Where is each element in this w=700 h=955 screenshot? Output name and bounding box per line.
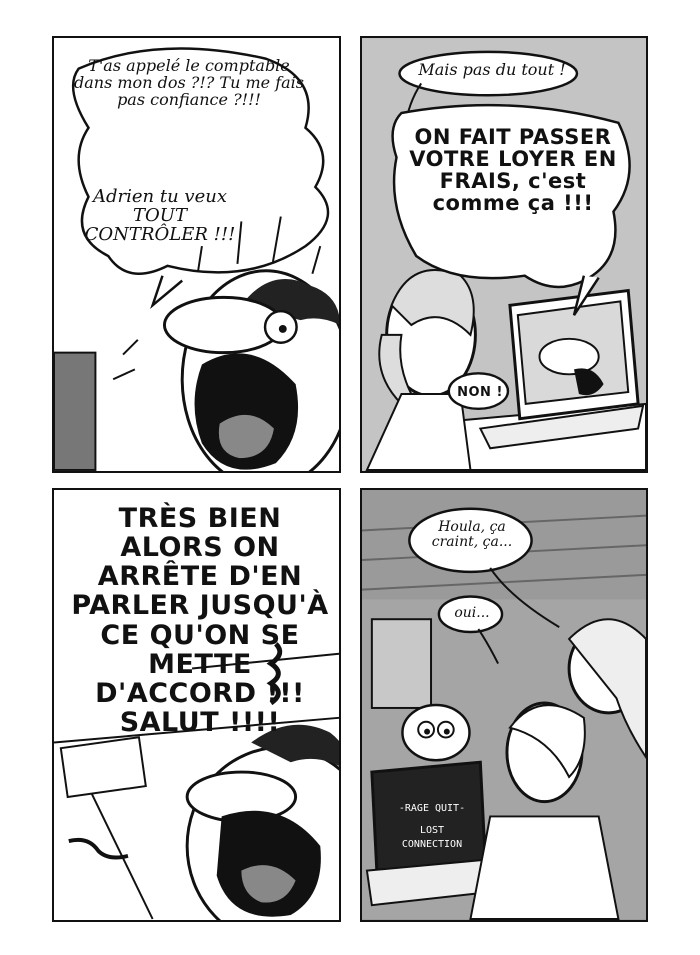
comic-panel-3: TRÈS BIEN ALORS ON ARRÊTE D'EN PARLER JU… bbox=[52, 488, 341, 922]
speech-bubble-houla: Houla, ça craint, ça... bbox=[431, 519, 513, 550]
laptop-screen-lost: LOST bbox=[419, 825, 445, 836]
speech-bubble-accusation: T'as appelé le comptable dans mon dos ?!… bbox=[74, 56, 304, 109]
speech-bubble-oui: oui... bbox=[454, 605, 490, 621]
speech-bubble-denial: Mais pas du tout ! bbox=[418, 60, 566, 79]
comic-panel-4: Houla, ça craint, ça... oui... -RAGE QUI… bbox=[360, 488, 648, 922]
speech-bubble-non: NON ! bbox=[457, 385, 503, 400]
speech-bubble-rent-expenses: ON FAIT PASSER VOTRE LOYER EN FRAIS, c'e… bbox=[409, 125, 617, 216]
shout-text-hang-up: TRÈS BIEN ALORS ON ARRÊTE D'EN PARLER JU… bbox=[71, 503, 329, 739]
panel-4-artwork bbox=[362, 507, 646, 920]
comic-panel-1: T'as appelé le comptable dans mon dos ?!… bbox=[52, 36, 341, 473]
speech-bubble-control: Adrien tu veux TOUT CONTRÔLER !!! bbox=[84, 186, 236, 245]
laptop-screen-rage-quit: -RAGE QUIT- bbox=[398, 803, 466, 814]
comic-panel-2: Mais pas du tout ! ON FAIT PASSER VOTRE … bbox=[360, 36, 648, 473]
laptop-screen-connection: CONNECTION bbox=[401, 839, 463, 850]
panel-2-artwork bbox=[362, 39, 646, 471]
